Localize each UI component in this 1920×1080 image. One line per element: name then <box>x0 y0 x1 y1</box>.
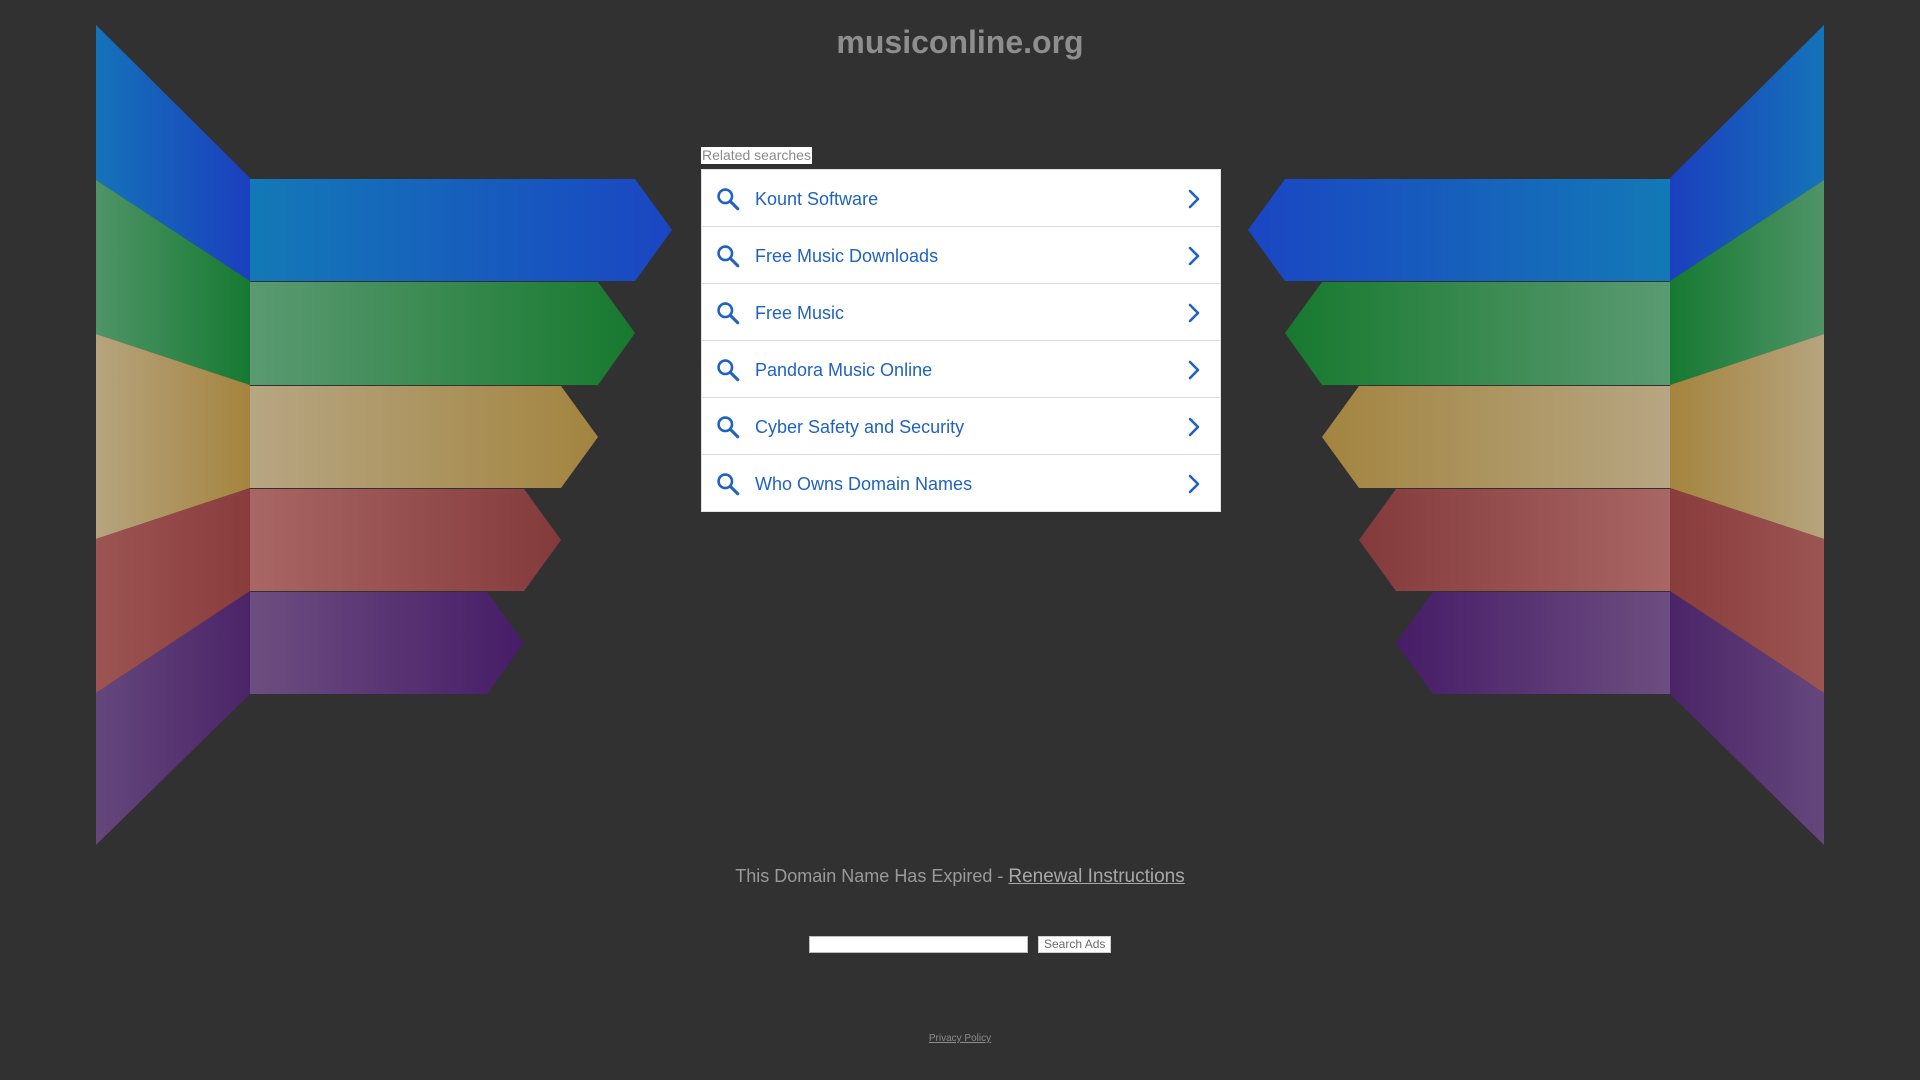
left-arrow-blue <box>250 179 672 281</box>
ads-search-form: Search Ads <box>809 936 1112 953</box>
related-search-label: Cyber Safety and Security <box>755 417 965 437</box>
page: musiconline.org Related searches Kount S… <box>0 0 1920 1080</box>
search-icon <box>717 416 740 439</box>
privacy-policy-link[interactable]: Privacy Policy <box>929 1033 991 1044</box>
chevron-right-icon <box>1188 360 1200 380</box>
related-search-item[interactable]: Cyber Safety and Security <box>702 398 1220 455</box>
right-arrow-purple <box>1396 592 1670 694</box>
chevron-right-icon <box>1188 474 1200 494</box>
right-arrow-blue <box>1248 179 1670 281</box>
related-search-label: Pandora Music Online <box>755 360 933 380</box>
related-search-item[interactable]: Pandora Music Online <box>702 341 1220 398</box>
chevron-right-icon <box>1188 246 1200 266</box>
chevron-right-icon <box>1188 417 1200 437</box>
expired-notice: This Domain Name Has Expired - Renewal I… <box>0 865 1920 888</box>
left-arrow-gold <box>250 386 598 488</box>
related-search-item[interactable]: Who Owns Domain Names <box>702 455 1220 511</box>
expired-text: This Domain Name Has Expired - <box>735 866 1009 886</box>
privacy-footer: Privacy Policy <box>0 1033 1920 1044</box>
left-arrow-red <box>250 489 561 591</box>
right-arrow-red <box>1359 489 1670 591</box>
related-search-item[interactable]: Free Music Downloads <box>702 227 1220 284</box>
search-icon <box>717 188 740 211</box>
background-artwork <box>96 25 1824 845</box>
related-search-label: Free Music Downloads <box>755 246 939 266</box>
domain-title: musiconline.org <box>836 24 1084 60</box>
search-ads-button[interactable]: Search Ads <box>1038 936 1112 953</box>
search-icon <box>717 302 740 325</box>
related-search-label: Who Owns Domain Names <box>755 474 973 494</box>
related-search-label: Free Music <box>755 303 845 323</box>
left-arrow-green <box>250 282 635 385</box>
right-arrow-gold <box>1322 386 1670 488</box>
related-search-label: Kount Software <box>755 189 879 209</box>
renewal-instructions-link[interactable]: Renewal Instructions <box>1008 866 1184 887</box>
chevron-right-icon <box>1188 189 1200 209</box>
search-icon <box>717 359 740 382</box>
left-arrow-purple <box>250 592 524 694</box>
related-search-item[interactable]: Free Music <box>702 284 1220 341</box>
right-arrow-green <box>1285 282 1670 385</box>
search-icon <box>717 473 740 496</box>
ads-search-input[interactable] <box>809 936 1028 953</box>
search-icon <box>717 245 740 268</box>
related-searches-list: Kount Software Free Music Downloads Free M… <box>701 169 1221 512</box>
chevron-right-icon <box>1188 303 1200 323</box>
related-searches-label: Related searches <box>701 147 812 164</box>
related-search-item[interactable]: Kount Software <box>702 170 1220 227</box>
